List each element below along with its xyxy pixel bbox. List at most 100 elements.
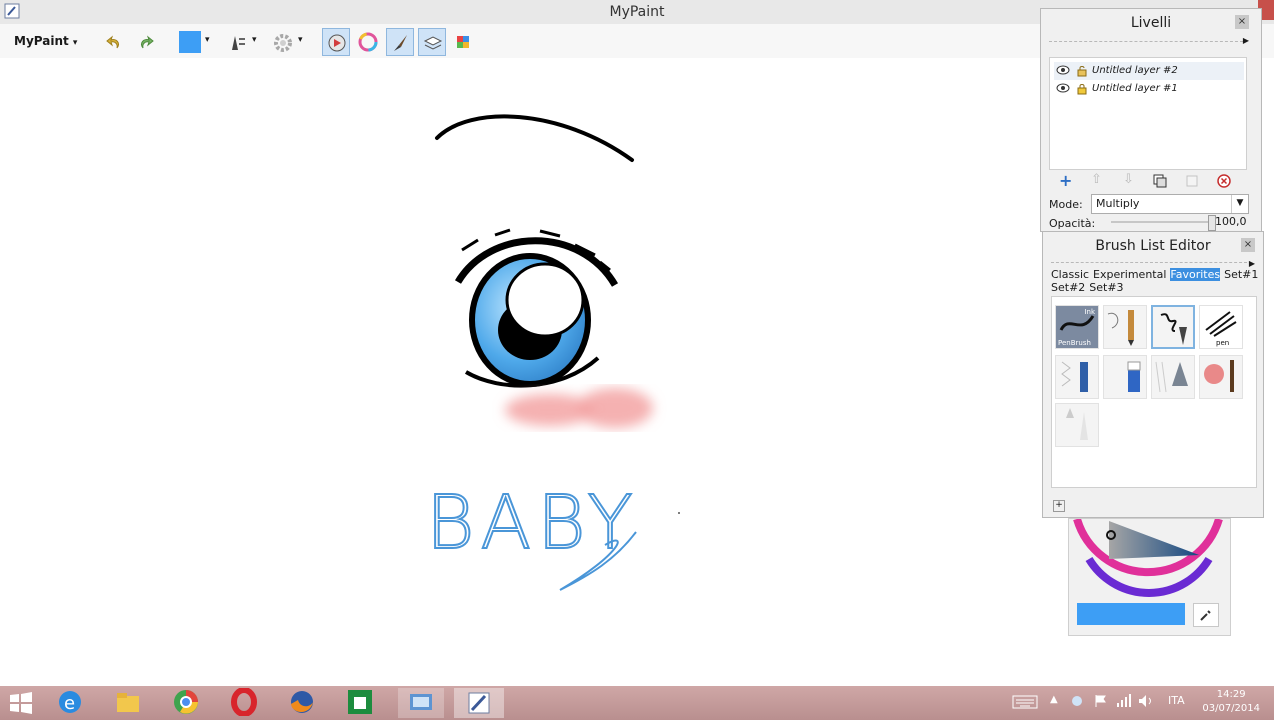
adjustments-button[interactable]: ▾	[268, 28, 308, 56]
blender-brush-icon	[1155, 361, 1188, 393]
layer-tools-row: + ⇧ ⇩	[1049, 171, 1245, 193]
brush-group-set3[interactable]: Set#3	[1089, 281, 1123, 294]
control-panel-icon	[410, 694, 432, 710]
palette-button[interactable]	[450, 28, 478, 56]
windows-logo-icon	[10, 692, 32, 714]
add-layer-button[interactable]: +	[1053, 171, 1075, 191]
blush-strokes	[505, 388, 653, 428]
store-icon	[348, 690, 372, 714]
eye-icon[interactable]	[1056, 83, 1070, 93]
current-color-swatch[interactable]	[1077, 603, 1185, 625]
input-language[interactable]: ITA	[1168, 694, 1185, 707]
brush-item-pen[interactable]: pen	[1199, 305, 1243, 349]
pencil-brush-icon	[1107, 310, 1134, 346]
network-status-icon[interactable]	[1070, 694, 1084, 708]
taskbar-internet-explorer[interactable]: e	[56, 688, 86, 718]
brush-group-favorites[interactable]: Favorites	[1170, 268, 1221, 281]
windows-taskbar: e ▲ ITA 14:29 03/07/2014	[0, 686, 1274, 720]
brush-group-set2[interactable]: Set#2	[1051, 281, 1085, 294]
close-icon[interactable]: ×	[1235, 15, 1249, 29]
internet-explorer-icon: e	[59, 691, 81, 714]
unlock-icon[interactable]	[1076, 65, 1088, 77]
lock-icon[interactable]	[1076, 83, 1088, 95]
redo-button[interactable]	[132, 28, 160, 56]
undo-button[interactable]	[100, 28, 128, 56]
brush-item-ink-pen[interactable]	[1151, 305, 1195, 349]
opacity-label: Opacità:	[1049, 217, 1096, 230]
opera-icon	[231, 687, 257, 717]
brush-group-classic[interactable]: Classic	[1051, 268, 1089, 281]
brush-item-watercolor[interactable]	[1199, 355, 1243, 399]
color-panel	[1068, 518, 1231, 636]
brush-settings-button[interactable]: ▾	[222, 28, 262, 56]
folder-icon	[117, 693, 139, 712]
app-menu-button[interactable]: MyPaint ▾	[14, 34, 77, 48]
firefox-icon	[291, 691, 313, 713]
expand-icon[interactable]: +	[1053, 500, 1065, 512]
brush-item-smudge[interactable]	[1055, 403, 1099, 447]
volume-icon[interactable]	[1138, 694, 1154, 708]
brush-item-penbrush[interactable]: Ink PenBrush	[1055, 305, 1099, 349]
signal-bars-icon[interactable]	[1116, 694, 1132, 708]
panel-divider	[1051, 262, 1247, 263]
color-history-button[interactable]	[322, 28, 350, 56]
hsv-triangle-wheel[interactable]	[1069, 519, 1230, 603]
taskbar-chrome[interactable]	[172, 688, 202, 718]
system-clock[interactable]: 14:29 03/07/2014	[1202, 688, 1260, 716]
brush-item-eraser[interactable]	[1103, 355, 1147, 399]
taskbar-firefox[interactable]	[288, 688, 318, 718]
taskbar-mypaint[interactable]	[454, 688, 504, 718]
layer-item-1[interactable]: Untitled layer #1	[1054, 80, 1244, 98]
chevron-up-icon[interactable]: ▲	[1050, 694, 1058, 705]
color-history-icon	[328, 34, 346, 52]
brush-list-button[interactable]	[386, 28, 414, 56]
blend-mode-value: Multiply	[1096, 197, 1140, 210]
brush-list-panel: Brush List Editor × ▶ Classic Experimenta…	[1042, 231, 1264, 518]
eyedropper-button[interactable]	[1193, 603, 1219, 627]
merge-layer-button[interactable]	[1181, 171, 1203, 191]
flag-icon[interactable]	[1094, 694, 1108, 708]
chevron-right-icon[interactable]: ▶	[1249, 259, 1255, 268]
brush-item-blender[interactable]	[1151, 355, 1195, 399]
clock-date: 03/07/2014	[1202, 703, 1260, 714]
layer-item-2[interactable]: Untitled layer #2	[1054, 62, 1244, 80]
marker-brush-icon	[1061, 361, 1088, 392]
taskbar-control-panel[interactable]	[398, 688, 444, 718]
eye-icon[interactable]	[1056, 65, 1070, 75]
start-button[interactable]	[6, 688, 36, 718]
move-layer-up-button[interactable]: ⇧	[1085, 171, 1107, 191]
taskbar-store[interactable]	[346, 688, 376, 718]
brush-group-tabs: Classic Experimental Favorites Set#1 Set#2 S…	[1051, 268, 1258, 294]
stray-dot	[678, 512, 680, 514]
duplicate-layer-button[interactable]	[1149, 171, 1171, 191]
close-icon[interactable]: ×	[1241, 238, 1255, 252]
move-layer-down-button[interactable]: ⇩	[1117, 171, 1139, 191]
blend-mode-label: Mode:	[1049, 198, 1083, 211]
merge-down-icon	[1186, 175, 1198, 187]
eyedropper-icon	[1200, 610, 1211, 621]
color-wheel-icon	[358, 32, 378, 52]
keyboard-icon[interactable]	[1012, 694, 1038, 710]
color-wheel-button[interactable]	[354, 28, 382, 56]
taskbar-opera[interactable]	[230, 687, 260, 718]
brush-group-set1[interactable]: Set#1	[1224, 268, 1258, 281]
brush-group-experimental[interactable]: Experimental	[1093, 268, 1166, 281]
layers-button[interactable]	[418, 28, 446, 56]
delete-layer-button[interactable]	[1213, 171, 1235, 191]
brush-item-marker[interactable]	[1055, 355, 1099, 399]
brush-item-pencil[interactable]	[1103, 305, 1147, 349]
brush-tag: Ink	[1084, 308, 1095, 316]
layers-list: Untitled layer #2 Untitled layer #1	[1049, 57, 1247, 170]
opacity-value: 100,0	[1215, 215, 1247, 228]
taskbar-file-explorer[interactable]	[114, 688, 144, 718]
svg-text:e: e	[64, 693, 75, 714]
chevron-right-icon[interactable]: ▶	[1243, 36, 1249, 45]
color-button[interactable]: ▾	[176, 28, 216, 56]
palette-icon	[457, 36, 469, 48]
opacity-slider[interactable]	[1111, 221, 1211, 223]
chevron-down-icon: ▾	[72, 38, 78, 48]
panel-divider	[1049, 41, 1243, 42]
blend-mode-select[interactable]: Multiply ▼	[1091, 194, 1249, 214]
brush-icon	[394, 35, 407, 51]
mypaint-app-icon	[468, 692, 490, 714]
